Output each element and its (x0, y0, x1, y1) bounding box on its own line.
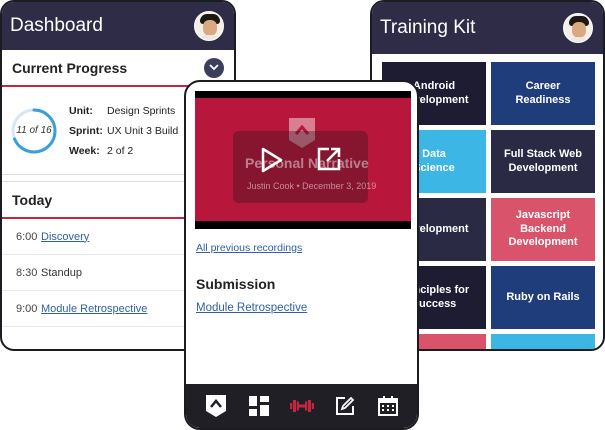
training-kit-title: Training Kit (380, 17, 476, 38)
schedule-time: 6:00 (16, 230, 38, 243)
sprint-key: Sprint: (69, 124, 103, 137)
calendar-icon (377, 396, 398, 416)
course-tile[interactable]: Ruby on Rails (491, 266, 595, 329)
video-player[interactable]: Personal Narrative Justin Cook • Decembe… (195, 91, 411, 229)
course-tile[interactable]: Full Stack Web Development (491, 130, 595, 193)
chevron-down-icon[interactable] (204, 57, 224, 78)
unit-value: Design Sprints (107, 104, 176, 117)
progress-info: Unit: Design Sprints Sprint: UX Unit 3 Bui… (69, 101, 178, 161)
schedule-link-module-retrospective[interactable]: Module Retrospective (41, 303, 147, 315)
tab-submissions[interactable] (333, 394, 357, 418)
schedule-time: 8:30 (16, 266, 38, 279)
bottom-tab-bar (186, 384, 417, 428)
tab-calendar[interactable] (376, 394, 400, 418)
tab-training[interactable] (289, 394, 314, 418)
submission-link[interactable]: Module Retrospective (196, 302, 307, 314)
share-icon[interactable] (315, 145, 343, 173)
tab-dashboard[interactable] (247, 394, 271, 418)
avatar[interactable] (563, 13, 593, 43)
recording-screen: Personal Narrative Justin Cook • Decembe… (184, 80, 419, 430)
video-overlay: Personal Narrative Justin Cook • Decembe… (233, 131, 376, 203)
course-tile[interactable] (491, 334, 595, 349)
edit-icon (335, 396, 354, 415)
schedule-label-standup: Standup (41, 266, 82, 279)
current-progress-label: Current Progress (12, 59, 128, 76)
logo-icon (205, 395, 226, 417)
dashboard-header: Dashboard (2, 2, 234, 50)
sprint-value: UX Unit 3 Build (107, 124, 179, 137)
play-icon[interactable] (260, 147, 284, 173)
schedule-link-discovery[interactable]: Discovery (41, 231, 89, 243)
progress-ring-label: 11 of 16 (16, 124, 52, 136)
training-kit-header: Training Kit (372, 2, 603, 54)
week-value: 2 of 2 (107, 144, 134, 157)
tab-home[interactable] (204, 394, 228, 418)
video-thumbnail: Personal Narrative Justin Cook • Decembe… (195, 98, 411, 221)
progress-ring: 11 of 16 (9, 106, 59, 156)
course-tile[interactable]: Javascript Backend Development (491, 198, 595, 261)
avatar[interactable] (194, 11, 224, 41)
video-subtitle: Justin Cook • December 3, 2019 (247, 181, 377, 191)
course-tile[interactable]: Career Readiness (491, 62, 595, 125)
all-recordings-link[interactable]: All previous recordings (196, 242, 302, 254)
schedule-time: 9:00 (16, 302, 38, 315)
submission-header: Submission (196, 276, 276, 292)
dumbbell-icon (289, 400, 314, 412)
unit-key: Unit: (69, 104, 93, 117)
dashboard-title: Dashboard (10, 15, 103, 36)
grid-icon (248, 396, 269, 416)
week-key: Week: (69, 144, 100, 157)
